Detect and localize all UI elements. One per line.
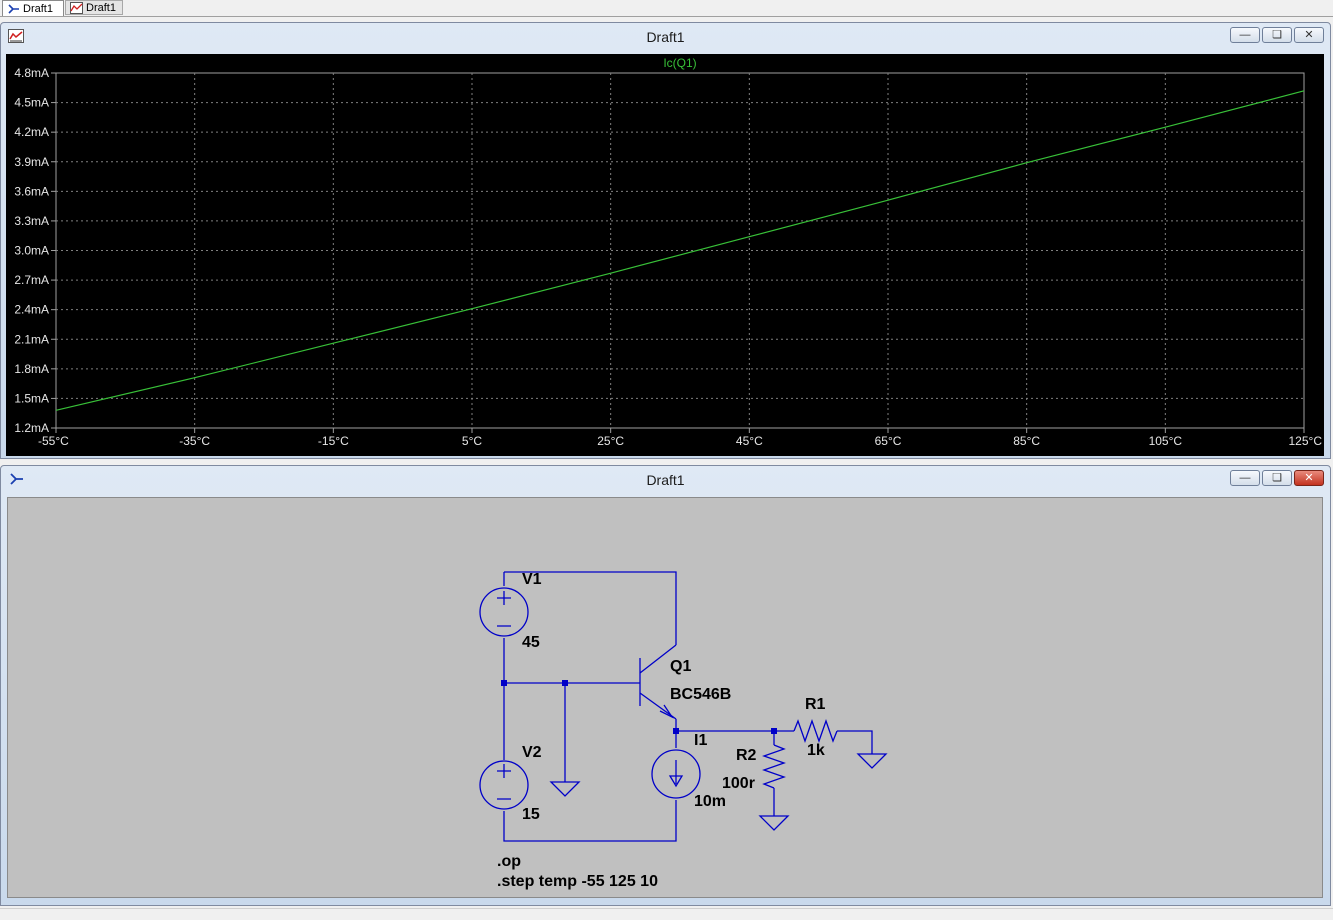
y-tick-label: 2.7mA <box>14 273 49 287</box>
close-button[interactable]: ✕ <box>1294 27 1324 43</box>
r2-value[interactable]: 100r <box>722 775 755 793</box>
spice-directive-step[interactable]: .step temp -55 125 10 <box>497 873 658 891</box>
x-tick-label: 25°C <box>597 434 624 448</box>
transistor-q1 <box>639 644 677 720</box>
waveform-chart[interactable]: 4.8mA 4.5mA 4.2mA 3.9mA 3.6mA 3.3mA 3.0mA 2.7mA… <box>6 54 1324 456</box>
ground-symbol <box>549 781 581 797</box>
y-tick-label: 2.4mA <box>14 303 49 317</box>
y-tick-label: 1.2mA <box>14 421 49 435</box>
restore-button[interactable]: ❏ <box>1262 27 1292 43</box>
tab-label: Draft1 <box>86 1 116 14</box>
tab-waveform-draft1[interactable]: Draft1 <box>65 0 123 15</box>
y-tick-label: 3.9mA <box>14 155 49 169</box>
y-tick-label: 4.5mA <box>14 96 49 110</box>
wire <box>837 730 873 754</box>
x-tick-label: 105°C <box>1149 434 1183 448</box>
resistor-r1 <box>793 719 838 743</box>
junction-dot <box>771 728 777 734</box>
y-tick-label: 1.8mA <box>14 362 49 376</box>
ground-symbol <box>758 815 790 831</box>
status-strip <box>0 908 1333 920</box>
spice-directive-op[interactable]: .op <box>497 853 521 871</box>
restore-button[interactable]: ❏ <box>1262 470 1292 486</box>
schematic-window[interactable]: Draft1 — ❏ ✕ V1 45 V2 15 Q1 BC546B I1 10… <box>0 465 1331 906</box>
trace-title: Ic(Q1) <box>663 56 696 70</box>
waveform-window-titlebar[interactable]: Draft1 — ❏ ✕ <box>1 23 1330 49</box>
schematic-window-titlebar[interactable]: Draft1 — ❏ ✕ <box>1 466 1330 492</box>
schematic-canvas[interactable]: V1 45 V2 15 Q1 BC546B I1 10m R1 1k R2 10… <box>7 497 1323 898</box>
x-tick-label: 65°C <box>875 434 902 448</box>
circuit-diagram[interactable] <box>8 498 1322 897</box>
close-icon: ✕ <box>1304 471 1314 484</box>
minimize-icon: — <box>1239 28 1251 41</box>
y-tick-label: 3.6mA <box>14 184 49 198</box>
junction-dot <box>673 728 679 734</box>
junction-dot <box>562 680 568 686</box>
v2-value[interactable]: 15 <box>522 806 540 824</box>
x-tick-label: -35°C <box>179 434 210 448</box>
v2-label[interactable]: V2 <box>522 744 542 762</box>
y-tick-label: 4.2mA <box>14 125 49 139</box>
y-tick-label: 3.0mA <box>14 244 49 258</box>
r2-label[interactable]: R2 <box>736 747 756 765</box>
v1-label[interactable]: V1 <box>522 571 542 589</box>
y-tick-label: 2.1mA <box>14 332 49 346</box>
y-tick-label: 3.3mA <box>14 214 49 228</box>
x-tick-label: -55°C <box>38 434 69 448</box>
v1-value[interactable]: 45 <box>522 634 540 652</box>
tab-label: Draft1 <box>23 2 53 15</box>
q1-label[interactable]: Q1 <box>670 658 691 676</box>
y-tick-label: 1.5mA <box>14 391 49 405</box>
i1-value[interactable]: 10m <box>694 793 726 811</box>
i1-label[interactable]: I1 <box>694 732 707 750</box>
document-tab-strip: Draft1 Draft1 <box>0 0 1333 17</box>
q1-value[interactable]: BC546B <box>670 686 731 704</box>
tab-schematic-draft1[interactable]: Draft1 <box>2 0 64 16</box>
junction-dot <box>501 680 507 686</box>
minimize-icon: — <box>1239 471 1251 484</box>
x-tick-label: 45°C <box>736 434 763 448</box>
close-icon: ✕ <box>1304 28 1314 41</box>
x-tick-label: 85°C <box>1013 434 1040 448</box>
restore-icon: ❏ <box>1272 28 1282 41</box>
restore-icon: ❏ <box>1272 471 1282 484</box>
resistor-r2 <box>762 744 786 789</box>
minimize-button[interactable]: — <box>1230 470 1260 486</box>
x-tick-label: 125°C <box>1289 434 1323 448</box>
r1-value[interactable]: 1k <box>807 742 825 760</box>
x-tick-label: 5°C <box>462 434 482 448</box>
waveform-icon <box>70 1 83 14</box>
waveform-window[interactable]: Draft1 — ❏ ✕ 4.8mA 4.5mA 4.2mA 3.9mA 3.6mA 3.… <box>0 22 1331 459</box>
close-button[interactable]: ✕ <box>1294 470 1324 486</box>
window-title: Draft1 <box>646 472 685 488</box>
r1-label[interactable]: R1 <box>805 696 825 714</box>
window-title: Draft1 <box>646 29 685 45</box>
minimize-button[interactable]: — <box>1230 27 1260 43</box>
plot-pane[interactable]: 4.8mA 4.5mA 4.2mA 3.9mA 3.6mA 3.3mA 3.0mA 2.7mA… <box>6 54 1324 456</box>
y-tick-label: 4.8mA <box>14 66 49 80</box>
x-tick-label: -15°C <box>318 434 349 448</box>
ground-symbol <box>856 753 888 769</box>
schematic-icon <box>8 3 19 14</box>
